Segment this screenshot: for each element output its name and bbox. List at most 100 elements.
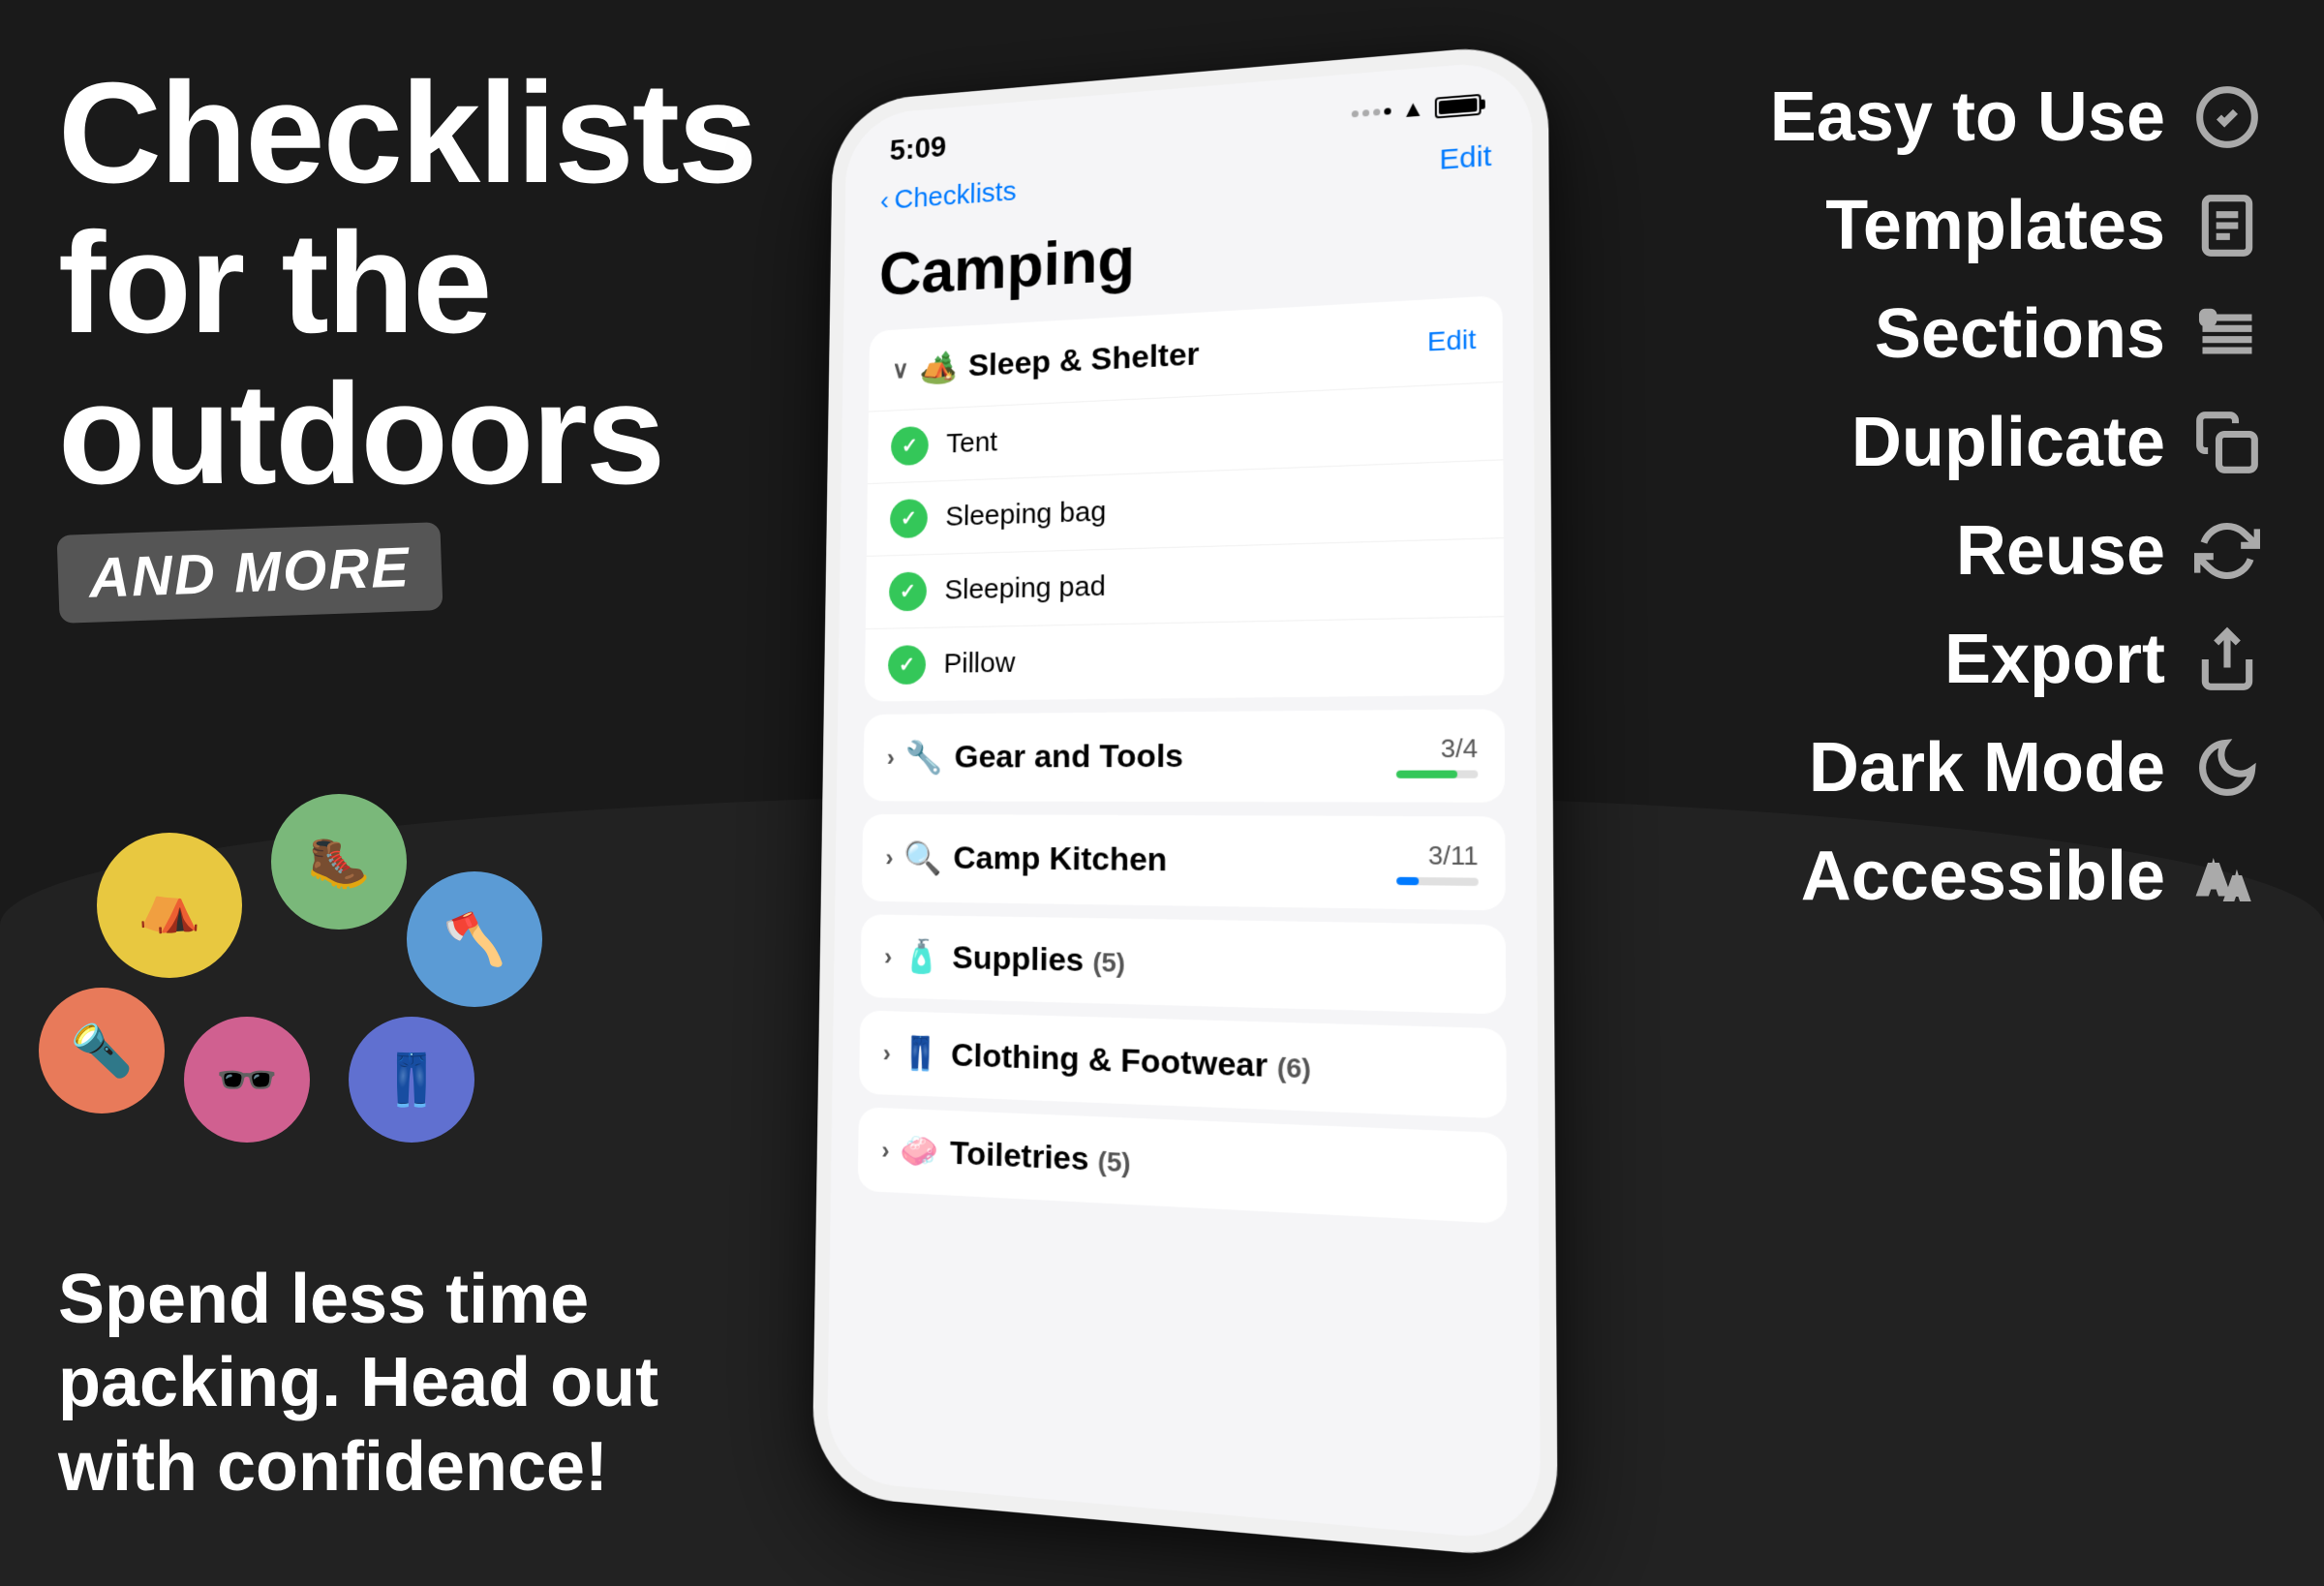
check-label-sleeping-bag: Sleeping bag [945, 496, 1106, 533]
section-clothing-left: › 👖 Clothing & Footwear (6) [883, 1034, 1311, 1087]
svg-text:A: A [2227, 874, 2247, 905]
section-toiletries-emoji: 🧼 [901, 1132, 939, 1172]
emoji-tent: ⛺ [97, 833, 242, 978]
feature-sections: Sections [1607, 294, 2266, 374]
moon-icon [2188, 729, 2266, 807]
section-gear-tools: › 🔧 Gear and Tools 3/4 [863, 709, 1505, 803]
emoji-axe: 🪓 [407, 871, 542, 1007]
refresh-icon [2188, 512, 2266, 590]
kitchen-progress-fill [1396, 877, 1419, 886]
emoji-flashlight: 🔦 [39, 988, 165, 1113]
section-camp-kitchen: › 🔍 Camp Kitchen 3/11 [862, 814, 1506, 911]
list-svg [2194, 301, 2260, 367]
section-sleep-emoji: 🏕️ [919, 349, 958, 387]
section-supplies-title: Supplies (5) [952, 939, 1125, 981]
share-icon [2188, 621, 2266, 698]
section-sleep-shelter: ∨ 🏕️ Sleep & Shelter Edit ✓ Tent [865, 295, 1505, 702]
feature-easy-label: Easy to Use [1770, 77, 2165, 157]
checklist-content: Camping ∨ 🏕️ Sleep & Shelter Edit [831, 186, 1539, 1226]
back-chevron: ‹ [880, 186, 889, 217]
emoji-boot: 🥾 [271, 794, 407, 930]
section-supplies-left: › 🧴 Supplies (5) [884, 937, 1125, 981]
battery-icon [1435, 93, 1482, 118]
section-clothing-title: Clothing & Footwear (6) [951, 1036, 1311, 1086]
chevron-down-icon: ∨ [892, 355, 909, 384]
signal-icon [1352, 107, 1391, 117]
feature-dark-mode: Dark Mode [1607, 728, 2266, 808]
phone-inner: 5:09 ▲ ‹ Che [826, 59, 1541, 1543]
section-toiletries-header[interactable]: › 🧼 Toiletries (5) [858, 1107, 1508, 1224]
tagline: Spend less time packing. Head out with c… [58, 1258, 658, 1509]
copy-icon [2188, 404, 2266, 481]
chevron-right-gear-icon: › [887, 744, 895, 773]
check-circle-sleeping-bag: ✓ [890, 499, 928, 538]
text-size-icon: A A [2188, 838, 2266, 915]
chevron-right-toiletries-icon: › [881, 1135, 890, 1165]
tagline-line3: with confidence! [58, 1428, 608, 1506]
section-kitchen-title: Camp Kitchen [953, 840, 1167, 880]
check-circle-sleeping-pad: ✓ [889, 571, 927, 611]
feature-sections-label: Sections [1875, 294, 2165, 374]
section-clothing-header[interactable]: › 👖 Clothing & Footwear (6) [859, 1010, 1507, 1118]
document-icon [2188, 187, 2266, 264]
features-panel: Easy to Use Templates Sections [1607, 77, 2266, 945]
text-size-svg: A A [2194, 843, 2260, 909]
section-sleep-edit-btn[interactable]: Edit [1427, 324, 1477, 358]
headline-line2: for the [58, 203, 490, 363]
moon-svg [2194, 735, 2260, 801]
headline: Checklists for the outdoors [58, 58, 784, 509]
kitchen-progress-bar [1396, 877, 1479, 886]
section-sleep-shelter-left: ∨ 🏕️ Sleep & Shelter [892, 335, 1200, 388]
section-supplies-emoji: 🧴 [902, 937, 941, 976]
feature-reuse-label: Reuse [1956, 511, 2165, 591]
check-item-pillow: ✓ Pillow [865, 616, 1505, 701]
section-toiletries-title: Toiletries (5) [950, 1134, 1131, 1180]
kitchen-progress-text: 3/11 [1428, 840, 1479, 872]
and-more-badge: and more [57, 522, 443, 624]
check-circle-svg [2194, 84, 2260, 150]
status-icons: ▲ [1352, 90, 1482, 127]
edit-button[interactable]: Edit [1439, 140, 1491, 177]
section-gear-left: › 🔧 Gear and Tools [887, 738, 1183, 777]
section-clothing-emoji: 👖 [902, 1034, 940, 1074]
section-supplies-header[interactable]: › 🧴 Supplies (5) [860, 914, 1506, 1014]
section-kitchen-progress: 3/11 [1396, 840, 1479, 886]
check-circle-tent: ✓ [891, 426, 929, 466]
phone-container: 5:09 ▲ ‹ Che [804, 58, 1559, 1530]
section-clothing: › 👖 Clothing & Footwear (6) [859, 1010, 1507, 1118]
section-gear-header[interactable]: › 🔧 Gear and Tools 3/4 [863, 709, 1505, 803]
gear-progress-fill [1396, 771, 1457, 778]
feature-easy-to-use: Easy to Use [1607, 77, 2266, 157]
feature-accessible-label: Accessible [1801, 837, 2165, 916]
section-gear-title: Gear and Tools [954, 738, 1183, 776]
refresh-svg [2194, 518, 2260, 584]
headline-line1: Checklists [58, 53, 755, 213]
check-circle-pillow: ✓ [888, 645, 926, 685]
section-kitchen-left: › 🔍 Camp Kitchen [885, 839, 1167, 880]
emoji-pants: 👖 [349, 1017, 474, 1143]
tagline-line1: Spend less time [58, 1261, 589, 1338]
back-button[interactable]: ‹ Checklists [880, 176, 1017, 217]
battery-fill [1439, 98, 1478, 114]
feature-export: Export [1607, 620, 2266, 699]
feature-duplicate-label: Duplicate [1851, 403, 2165, 482]
feature-duplicate: Duplicate [1607, 403, 2266, 482]
svg-text:A: A [2200, 859, 2228, 901]
section-sleep-title: Sleep & Shelter [968, 336, 1200, 384]
check-mark-pillow: ✓ [899, 653, 915, 677]
feature-export-label: Export [1944, 620, 2165, 699]
check-label-pillow: Pillow [943, 647, 1015, 680]
section-kitchen-emoji: 🔍 [903, 839, 942, 877]
emoji-cluster: ⛺ 🥾 🪓 🔦 🕶️ 👖 [39, 794, 717, 1123]
check-circle-icon [2188, 78, 2266, 156]
gear-progress-text: 3/4 [1441, 733, 1478, 764]
status-time: 5:09 [890, 130, 947, 168]
phone-outer: 5:09 ▲ ‹ Che [811, 42, 1557, 1561]
tagline-line2: packing. Head out [58, 1344, 658, 1421]
feature-templates-label: Templates [1825, 186, 2165, 265]
section-toiletries: › 🧼 Toiletries (5) [858, 1107, 1508, 1224]
section-kitchen-header[interactable]: › 🔍 Camp Kitchen 3/11 [862, 814, 1506, 911]
check-mark-tent: ✓ [902, 434, 918, 458]
share-svg [2194, 626, 2260, 692]
section-gear-progress: 3/4 [1396, 733, 1478, 778]
